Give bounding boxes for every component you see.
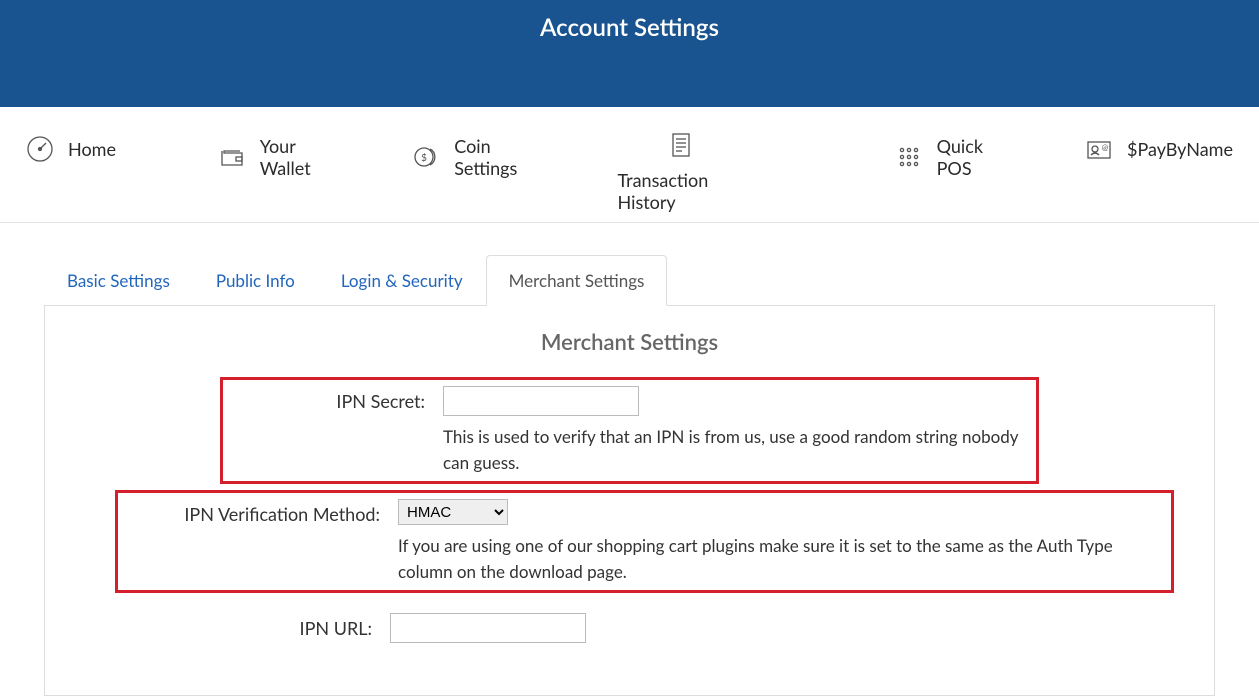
tab-login-security[interactable]: Login & Security: [318, 255, 486, 306]
ipn-url-input[interactable]: [390, 613, 586, 643]
nav-label: Your Wallet: [260, 135, 327, 179]
tab-public-info[interactable]: Public Info: [193, 255, 318, 306]
svg-text:$: $: [421, 152, 427, 164]
svg-text:@: @: [1102, 142, 1109, 152]
main-nav: Home Your Wallet $ Coin Settings Transac…: [0, 107, 1259, 223]
nav-quick-pos[interactable]: Quick POS: [877, 107, 1018, 207]
ipn-method-help: If you are using one of our shopping car…: [398, 533, 1161, 584]
nav-label: Coin Settings: [454, 135, 532, 179]
page-header: Account Settings: [0, 0, 1259, 107]
ipn-secret-input[interactable]: [443, 386, 639, 416]
nav-wallet[interactable]: Your Wallet: [200, 107, 345, 207]
nav-label: Home: [68, 138, 116, 160]
id-card-icon: @: [1085, 135, 1113, 163]
ipn-method-label: IPN Verification Method:: [128, 499, 398, 525]
tab-merchant-settings[interactable]: Merchant Settings: [486, 255, 668, 306]
nav-label: Quick POS: [937, 135, 1000, 179]
nav-home[interactable]: Home: [8, 107, 134, 191]
document-icon: [667, 131, 695, 159]
ipn-method-select[interactable]: HMAC: [398, 499, 508, 525]
nav-transaction-history[interactable]: Transaction History: [600, 107, 762, 241]
settings-tabs: Basic Settings Public Info Login & Secur…: [44, 255, 1215, 306]
ipn-secret-help: This is used to verify that an IPN is fr…: [443, 424, 1026, 475]
ipn-url-label: IPN URL:: [175, 613, 390, 639]
ipn-secret-row: IPN Secret: This is used to verify that …: [220, 377, 1039, 484]
wallet-icon: [218, 143, 246, 171]
nav-paybyname[interactable]: @ $PayByName: [1067, 107, 1251, 191]
tab-basic-settings[interactable]: Basic Settings: [44, 255, 193, 306]
ipn-method-row: IPN Verification Method: HMAC If you are…: [115, 490, 1174, 593]
coins-icon: $: [412, 143, 440, 171]
ipn-secret-label: IPN Secret:: [233, 386, 443, 412]
nav-coin-settings[interactable]: $ Coin Settings: [394, 107, 550, 207]
content-area: Basic Settings Public Info Login & Secur…: [0, 255, 1259, 696]
grid-icon: [895, 143, 923, 171]
gauge-icon: [26, 135, 54, 163]
nav-label: Transaction History: [618, 169, 744, 213]
merchant-settings-panel: Merchant Settings IPN Secret: This is us…: [44, 306, 1215, 696]
panel-title: Merchant Settings: [65, 328, 1194, 355]
ipn-url-row: IPN URL:: [165, 599, 1039, 649]
nav-label: $PayByName: [1127, 138, 1233, 160]
page-title: Account Settings: [540, 13, 719, 42]
